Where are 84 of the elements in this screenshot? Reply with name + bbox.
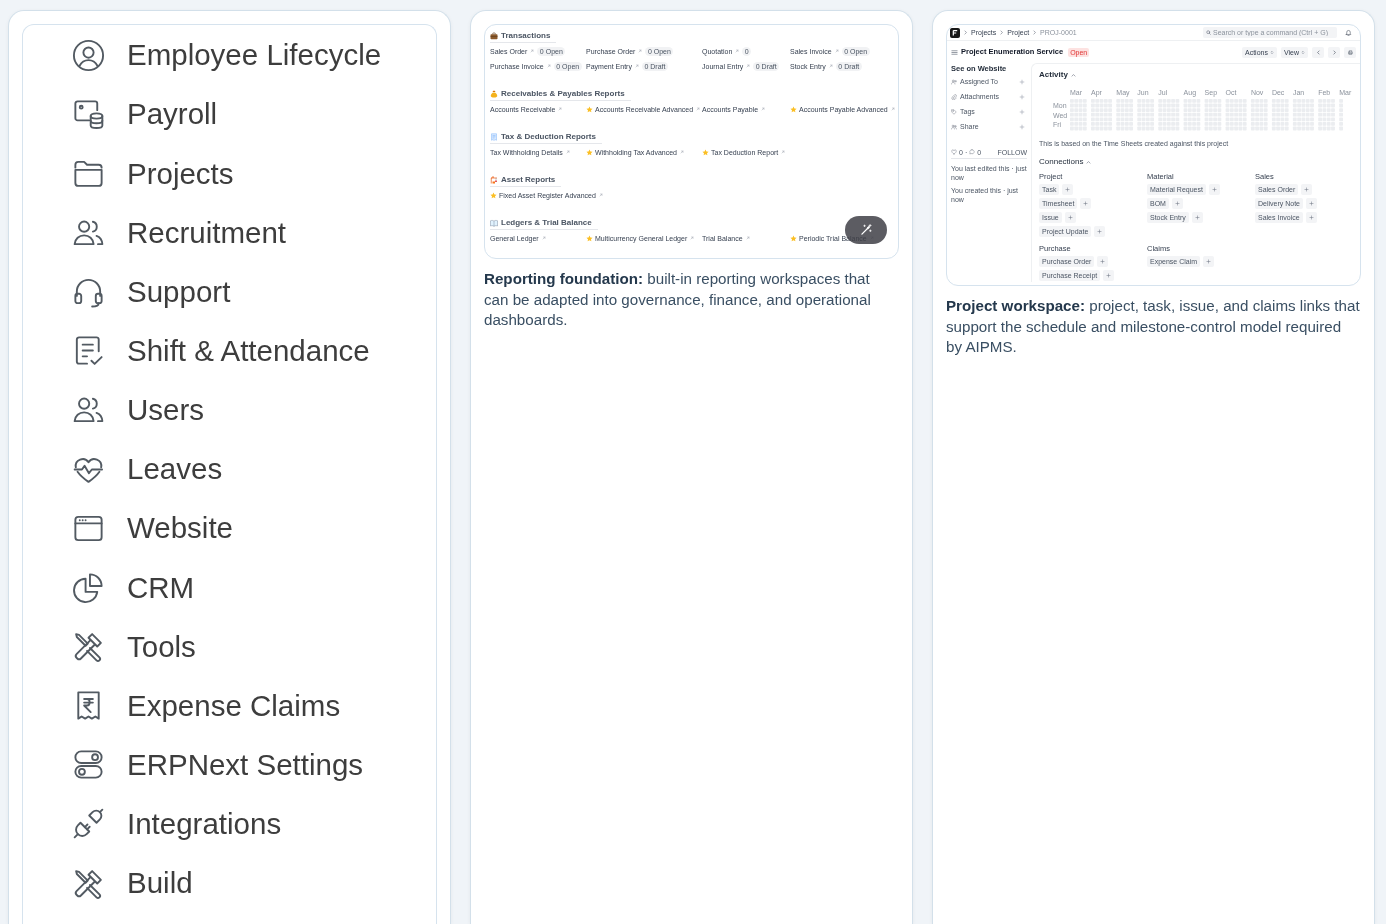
plus-icon — [1304, 186, 1310, 192]
up-down-caret-icon — [1269, 49, 1274, 55]
magic-wand-icon — [859, 223, 873, 237]
paperclip-icon — [951, 93, 957, 100]
sidebar-item[interactable]: Tools — [71, 628, 196, 664]
sidebar-item[interactable]: CRM — [71, 569, 195, 605]
add-button[interactable] — [1305, 211, 1317, 223]
plus-icon — [1065, 186, 1071, 192]
add-button[interactable] — [1306, 197, 1317, 209]
sidebar-item[interactable]: Support — [71, 274, 231, 310]
sidebar-item[interactable]: Users — [71, 392, 205, 428]
add-button[interactable] — [1191, 211, 1203, 223]
plus-icon[interactable] — [1019, 108, 1025, 115]
chevron-right-icon — [963, 30, 968, 35]
money-bag-icon — [490, 89, 498, 98]
sidebar-item[interactable]: ERPNext Settings — [71, 747, 364, 783]
plus-icon — [1174, 200, 1180, 206]
section-heading: Connections — [1039, 158, 1084, 167]
sidebar-item[interactable]: Build — [71, 865, 193, 901]
section-heading: Activity — [1039, 71, 1068, 79]
chevron-left-icon — [1315, 49, 1321, 55]
sidebar-item[interactable]: Payroll — [71, 96, 218, 132]
sidebar-item[interactable]: Integrations — [71, 806, 282, 842]
add-button[interactable] — [1097, 255, 1109, 267]
chevron-right-icon — [999, 30, 1005, 35]
printer-icon — [1347, 49, 1353, 55]
add-button[interactable] — [1203, 255, 1215, 267]
plus-icon — [1097, 228, 1103, 234]
chevron-up-icon[interactable] — [1086, 159, 1092, 165]
figure-caption: Reporting foundation: built-in reporting workspaces that can be adapted into governance, finance, and operational dashboards. — [484, 269, 872, 330]
briefcase-icon — [490, 31, 498, 40]
open-book-icon — [490, 218, 498, 227]
crane-icon — [490, 175, 498, 184]
menu-icon[interactable] — [951, 48, 958, 56]
add-button[interactable] — [1080, 197, 1092, 209]
heart-icon[interactable] — [951, 149, 957, 155]
sidebar-item[interactable]: Shift & Attendance — [71, 333, 370, 369]
print-button[interactable] — [1344, 46, 1356, 58]
plus-icon — [1106, 272, 1112, 278]
plus-icon — [1211, 186, 1217, 192]
chevron-right-icon — [1032, 30, 1038, 35]
bell-icon[interactable] — [1345, 29, 1352, 36]
comment-icon[interactable] — [969, 149, 976, 155]
chevron-up-icon[interactable] — [1070, 72, 1076, 78]
plus-icon — [1194, 214, 1200, 220]
plus-icon — [1100, 258, 1106, 264]
users-icon — [951, 123, 957, 130]
plus-icon — [1083, 200, 1089, 206]
previous-button[interactable] — [1312, 46, 1324, 58]
add-button[interactable] — [1103, 269, 1115, 281]
section-heading: Asset Reports — [501, 175, 556, 184]
receipt-icon — [490, 132, 498, 141]
next-button[interactable] — [1328, 46, 1340, 58]
add-button[interactable] — [1208, 183, 1220, 195]
section-heading: Ledgers & Trial Balance — [501, 218, 592, 227]
add-button[interactable] — [1064, 211, 1076, 223]
sidebar-item[interactable]: Website — [71, 510, 234, 546]
tag-icon — [951, 108, 957, 115]
sidebar-item[interactable]: Recruitment — [71, 215, 287, 250]
user-circle-icon — [71, 37, 106, 73]
arrow-up-right-icon — [680, 150, 684, 154]
section-heading: Receivables & Payables Reports — [501, 89, 625, 98]
plus-icon[interactable] — [1019, 93, 1025, 100]
search-icon — [1206, 30, 1211, 35]
add-button[interactable] — [1171, 197, 1183, 209]
section-heading: Transactions — [501, 31, 551, 40]
add-button[interactable] — [1301, 183, 1313, 195]
app-logo-icon[interactable] — [950, 27, 960, 38]
plus-icon — [1308, 214, 1314, 220]
user-plus-icon — [951, 78, 957, 85]
sidebar-item[interactable]: Projects — [71, 155, 234, 191]
add-button[interactable] — [1094, 225, 1106, 237]
sidebar-item[interactable]: Employee Lifecycle — [71, 37, 382, 73]
plus-icon[interactable] — [1019, 123, 1025, 130]
plus-icon — [1067, 214, 1073, 220]
sidebar-item[interactable]: Leaves — [71, 451, 223, 487]
section-heading: Tax & Deduction Reports — [501, 132, 596, 141]
sidebar-item[interactable]: Expense Claims — [71, 688, 341, 724]
plus-icon — [1309, 200, 1314, 206]
add-button[interactable] — [1062, 183, 1074, 195]
figure-caption: Project workspace: project, task, issue, and claims links that support the schedule and milestone-control model required by AIPMS. — [946, 296, 1361, 358]
plus-icon — [1206, 258, 1212, 264]
chevron-right-icon — [1331, 49, 1337, 55]
plus-icon[interactable] — [1019, 78, 1025, 85]
